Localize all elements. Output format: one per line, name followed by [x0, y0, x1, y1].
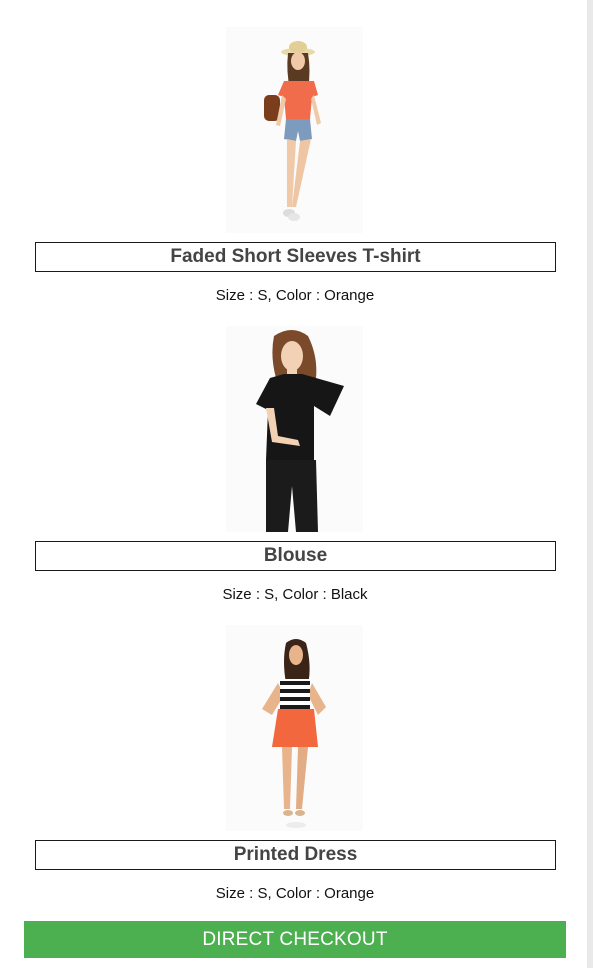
product-name[interactable]: Blouse: [35, 541, 556, 571]
checkout-page: Faded Short Sleeves T-shirt Size : S, Co…: [0, 0, 593, 968]
scrollbar[interactable]: [587, 0, 593, 968]
direct-checkout-button[interactable]: DIRECT CHECKOUT: [24, 921, 566, 958]
product-image: [226, 27, 363, 233]
product-specs: Size : S, Color : Black: [222, 586, 368, 603]
product-image: [226, 625, 363, 831]
product-image: [226, 326, 363, 532]
product-specs: Size : S, Color : Orange: [215, 885, 375, 902]
product-name[interactable]: Faded Short Sleeves T-shirt: [35, 242, 556, 272]
product-specs: Size : S, Color : Orange: [215, 287, 375, 304]
product-name[interactable]: Printed Dress: [35, 840, 556, 870]
